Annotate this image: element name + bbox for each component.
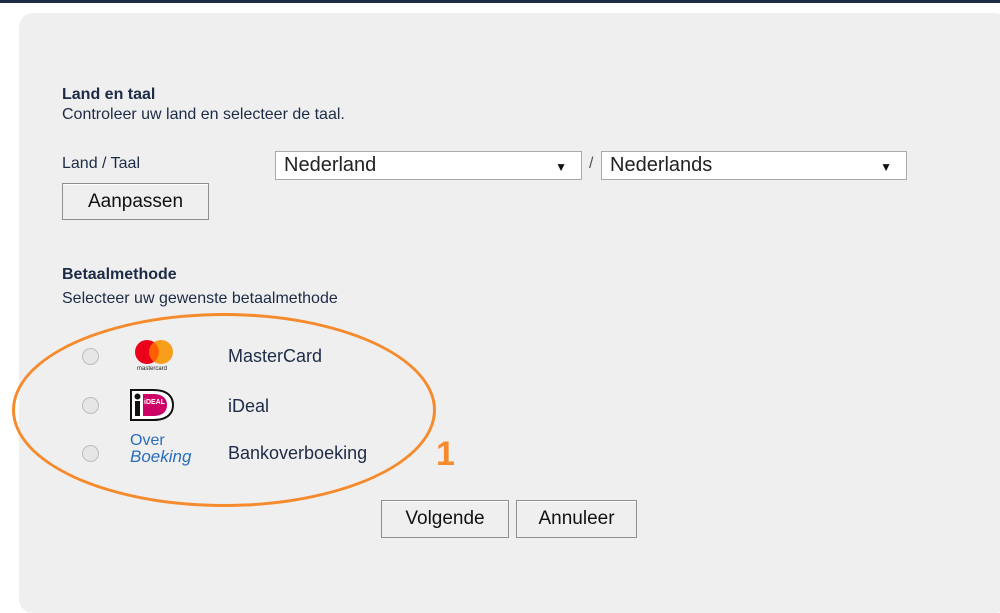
country-language-label: Land / Taal <box>62 155 140 172</box>
step-number: 1 <box>436 435 455 473</box>
dropdown-arrow-icon: ▼ <box>880 160 892 174</box>
dropdown-arrow-icon: ▼ <box>555 160 567 174</box>
next-button[interactable]: Volgende <box>381 500 509 538</box>
payment-method-description: Selecteer uw gewenste betaalmethode <box>62 290 338 307</box>
payment-method-title: Betaalmethode <box>62 266 177 283</box>
country-language-separator: / <box>589 155 594 172</box>
cancel-button[interactable]: Annuleer <box>516 500 637 538</box>
highlight-ellipse <box>12 313 436 507</box>
country-select[interactable]: Nederland ▼ <box>275 151 582 180</box>
apply-language-button[interactable]: Aanpassen <box>62 183 209 220</box>
top-divider <box>0 0 1000 3</box>
country-select-value: Nederland <box>284 154 377 176</box>
country-language-description: Controleer uw land en selecteer de taal. <box>62 106 345 123</box>
payment-panel <box>19 13 1000 613</box>
country-language-title: Land en taal <box>62 86 156 103</box>
language-select-value: Nederlands <box>610 154 713 176</box>
language-select[interactable]: Nederlands ▼ <box>601 151 907 180</box>
